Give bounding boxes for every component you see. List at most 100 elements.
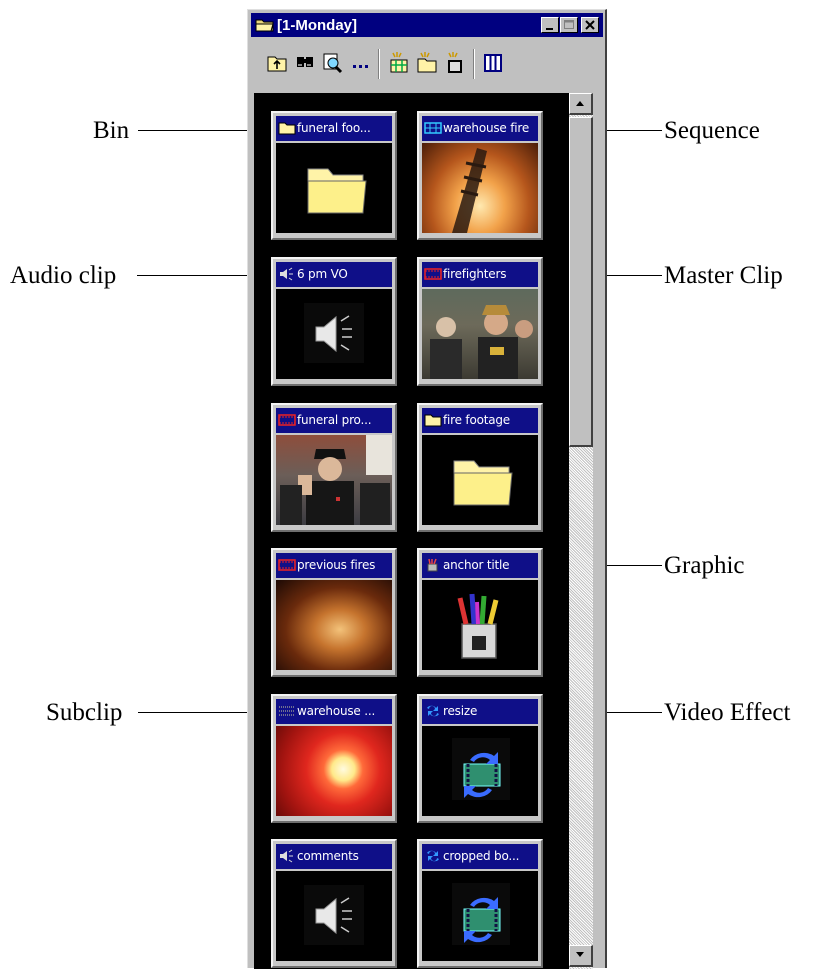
item-label: cropped bo... bbox=[443, 849, 520, 863]
item-label: comments bbox=[297, 849, 359, 863]
columns-icon[interactable] bbox=[481, 51, 505, 75]
more-icon[interactable] bbox=[349, 51, 373, 75]
callout-subclip: Subclip bbox=[46, 699, 123, 726]
item-thumbnail bbox=[276, 580, 392, 670]
toolbar-separator bbox=[473, 49, 475, 79]
item-caption: firefighters bbox=[422, 262, 538, 287]
item-caption: warehouse ... bbox=[276, 699, 392, 724]
effect-icon bbox=[452, 883, 510, 945]
toolbar-separator bbox=[378, 49, 380, 79]
item-label: funeral pro... bbox=[297, 413, 372, 427]
item-label: warehouse ... bbox=[297, 704, 376, 718]
new-sequence-icon[interactable] bbox=[387, 51, 411, 75]
find-icon[interactable] bbox=[293, 51, 317, 75]
item-caption: funeral pro... bbox=[276, 408, 392, 433]
item-caption: previous fires bbox=[276, 553, 392, 578]
callout-graphic: Graphic bbox=[664, 552, 745, 579]
folder-icon bbox=[424, 413, 442, 427]
item-label: resize bbox=[443, 704, 478, 718]
item-label: anchor title bbox=[443, 558, 510, 572]
item-caption: funeral foo... bbox=[276, 116, 392, 141]
scroll-down-button[interactable] bbox=[569, 945, 593, 967]
zoom-icon[interactable] bbox=[321, 51, 345, 75]
graphic-icon bbox=[424, 558, 442, 572]
graphic-item[interactable]: anchor title bbox=[417, 548, 543, 677]
item-thumbnail bbox=[276, 726, 392, 816]
video-effect-item[interactable]: resize bbox=[417, 694, 543, 823]
item-label: fire footage bbox=[443, 413, 510, 427]
maximize-button[interactable] bbox=[560, 17, 578, 33]
master-clip-item[interactable]: previous fires bbox=[271, 548, 397, 677]
scroll-thumb[interactable] bbox=[569, 117, 593, 447]
item-caption: comments bbox=[276, 844, 392, 869]
item-label: previous fires bbox=[297, 558, 376, 572]
item-caption: resize bbox=[422, 699, 538, 724]
bin-up-icon[interactable] bbox=[265, 51, 289, 75]
master-clip-item[interactable]: firefighters bbox=[417, 257, 543, 386]
close-icon bbox=[585, 20, 595, 30]
item-label: 6 pm VO bbox=[297, 267, 348, 281]
arrow-up-icon bbox=[576, 101, 584, 106]
effect-icon bbox=[424, 704, 442, 718]
item-thumbnail bbox=[422, 289, 538, 379]
item-thumbnail bbox=[276, 143, 392, 233]
callout-bin: Bin bbox=[93, 117, 130, 144]
item-label: firefighters bbox=[443, 267, 507, 281]
maximize-icon bbox=[564, 20, 574, 29]
callout-video-effect: Video Effect bbox=[664, 699, 791, 726]
vertical-scrollbar[interactable] bbox=[569, 93, 593, 969]
master-clip-item[interactable]: funeral pro... bbox=[271, 403, 397, 532]
item-label: warehouse fire bbox=[443, 121, 530, 135]
item-thumbnail bbox=[422, 143, 538, 233]
item-thumbnail bbox=[276, 289, 392, 379]
toolbar bbox=[251, 39, 603, 89]
new-clip-icon[interactable] bbox=[443, 51, 467, 75]
item-caption: 6 pm VO bbox=[276, 262, 392, 287]
item-thumbnail bbox=[422, 726, 538, 816]
speaker-icon bbox=[304, 885, 364, 945]
minimize-icon bbox=[546, 28, 553, 30]
folder-icon bbox=[453, 460, 513, 506]
speaker-icon bbox=[278, 849, 296, 863]
bin-item[interactable]: fire footage bbox=[417, 403, 543, 532]
folder-open-icon bbox=[255, 17, 275, 38]
item-label: funeral foo... bbox=[297, 121, 371, 135]
item-thumbnail bbox=[276, 435, 392, 525]
item-caption: cropped bo... bbox=[422, 844, 538, 869]
sequence-icon bbox=[424, 121, 442, 135]
video-effect-item[interactable]: cropped bo... bbox=[417, 839, 543, 968]
audio-clip-item[interactable]: comments bbox=[271, 839, 397, 968]
bin-frame-view[interactable]: funeral foo... warehouse fire 6 pm VO fi… bbox=[254, 93, 569, 969]
film-icon bbox=[278, 558, 296, 572]
callout-sequence: Sequence bbox=[664, 117, 760, 144]
folder-icon bbox=[307, 168, 367, 214]
folder-icon bbox=[278, 121, 296, 135]
item-caption: warehouse fire bbox=[422, 116, 538, 141]
title-bar[interactable]: [1-Monday] bbox=[251, 13, 603, 37]
pencil-cup-icon bbox=[457, 593, 499, 659]
callout-master-clip: Master Clip bbox=[664, 262, 783, 289]
speaker-icon bbox=[304, 303, 364, 363]
item-caption: fire footage bbox=[422, 408, 538, 433]
sequence-item[interactable]: warehouse fire bbox=[417, 111, 543, 240]
arrow-down-icon bbox=[576, 952, 584, 957]
item-thumbnail bbox=[422, 435, 538, 525]
effect-icon bbox=[424, 849, 442, 863]
item-caption: anchor title bbox=[422, 553, 538, 578]
subclip-icon bbox=[278, 704, 296, 718]
film-icon bbox=[424, 267, 442, 281]
bin-window: [1-Monday] funeral foo... warehouse fire… bbox=[247, 9, 607, 969]
audio-clip-item[interactable]: 6 pm VO bbox=[271, 257, 397, 386]
item-thumbnail bbox=[276, 871, 392, 961]
item-thumbnail bbox=[422, 580, 538, 670]
bin-item[interactable]: funeral foo... bbox=[271, 111, 397, 240]
new-bin-icon[interactable] bbox=[415, 51, 439, 75]
effect-icon bbox=[452, 738, 510, 800]
close-button[interactable] bbox=[581, 17, 599, 33]
film-icon bbox=[278, 413, 296, 427]
callout-audio-clip: Audio clip bbox=[10, 262, 117, 289]
scroll-up-button[interactable] bbox=[569, 93, 593, 115]
minimize-button[interactable] bbox=[541, 17, 559, 33]
item-thumbnail bbox=[422, 871, 538, 961]
subclip-item[interactable]: warehouse ... bbox=[271, 694, 397, 823]
